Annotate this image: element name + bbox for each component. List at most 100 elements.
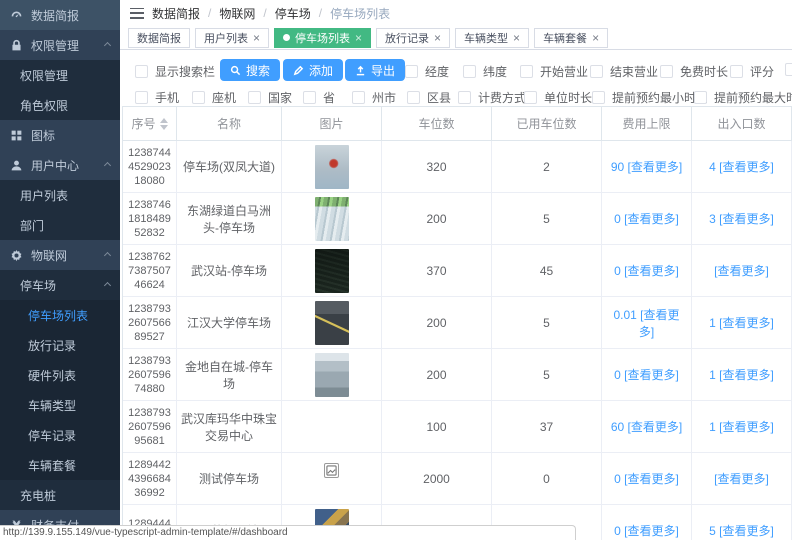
fee-more-link[interactable]: 0 [查看更多] (614, 522, 679, 539)
parking-photo[interactable] (315, 249, 349, 293)
col-used-spots: 已用车位数 (492, 107, 602, 141)
checkbox-icon (135, 65, 148, 78)
sidebar-item-release-records[interactable]: 放行记录 (0, 330, 120, 360)
tab-user-list[interactable]: 用户列表× (195, 28, 269, 48)
checkbox-max-advance-time[interactable]: 提前预约最大时间 (694, 89, 792, 106)
checkbox-country[interactable]: 国家 (248, 89, 292, 106)
breadcrumb-item[interactable]: 停车场 (275, 5, 311, 22)
add-button[interactable]: 添加 (283, 59, 343, 81)
tab-vehicle-package[interactable]: 车辆套餐× (534, 28, 608, 48)
sidebar-item-hardware-list[interactable]: 硬件列表 (0, 360, 120, 390)
broken-image-icon (324, 463, 339, 478)
cell-id: 1238762738750746624 (123, 245, 177, 297)
col-fee-cap: 费用上限 (602, 107, 692, 141)
checkbox-longitude[interactable]: 经度 (405, 63, 449, 80)
fee-more-link[interactable]: 60 [查看更多] (611, 418, 682, 435)
sidebar-item-parking[interactable]: 停车场 (0, 270, 120, 300)
sidebar-item-parking-records[interactable]: 停车记录 (0, 420, 120, 450)
cell-spots: 200 (382, 193, 492, 245)
checkbox-latitude[interactable]: 纬度 (463, 63, 507, 80)
sidebar-item-role-permission[interactable]: 角色权限 (0, 90, 120, 120)
checkbox-cutoff[interactable] (785, 63, 792, 76)
cell-id: 1238793260756689527 (123, 297, 177, 349)
fee-more-link[interactable]: 0 [查看更多] (614, 210, 679, 227)
export-icon (355, 65, 366, 76)
checkbox-rating[interactable]: 评分 (730, 63, 774, 80)
sidebar-item-parking-list[interactable]: 停车场列表 (0, 300, 120, 330)
checkbox-close-time[interactable]: 结束营业 (590, 63, 658, 80)
close-icon[interactable]: × (253, 32, 260, 44)
gates-more-link[interactable]: 3 [查看更多] (709, 210, 774, 227)
sidebar-item-department[interactable]: 部门 (0, 210, 120, 240)
parking-photo[interactable] (315, 197, 349, 241)
fee-more-link[interactable]: 0.01 [查看更多] (606, 306, 687, 340)
close-icon[interactable]: × (434, 32, 441, 44)
close-icon[interactable]: × (513, 32, 520, 44)
sidebar-item-permissions[interactable]: 权限管理 (0, 30, 120, 60)
gear-icon (10, 249, 23, 262)
tab-release-records[interactable]: 放行记录× (376, 28, 450, 48)
fee-more-link[interactable]: 0 [查看更多] (614, 262, 679, 279)
checkbox-city[interactable]: 州市 (352, 89, 396, 106)
checkbox-billing-method[interactable]: 计费方式 (458, 89, 526, 106)
cell-name: 停车场(双凤大道) (177, 141, 282, 193)
checkbox-show-search[interactable]: 显示搜索栏 (135, 63, 215, 80)
gates-more-link[interactable]: 1 [查看更多] (709, 314, 774, 331)
tab-parking-list[interactable]: 停车场列表× (274, 28, 371, 48)
checkbox-mobile[interactable]: 手机 (135, 89, 179, 106)
gates-more-link[interactable]: 4 [查看更多] (709, 158, 774, 175)
gates-more-link[interactable]: 1 [查看更多] (709, 366, 774, 383)
checkbox-landline[interactable]: 座机 (192, 89, 236, 106)
fee-more-link[interactable]: 0 [查看更多] (614, 470, 679, 487)
sidebar-item-charging-pile[interactable]: 充电桩 (0, 480, 120, 510)
tabs-bar: 数据简报 用户列表× 停车场列表× 放行记录× 车辆类型× 车辆套餐× (120, 26, 792, 50)
close-icon[interactable]: × (355, 32, 362, 44)
export-button[interactable]: 导出 (345, 59, 405, 81)
gates-more-link[interactable]: 1 [查看更多] (709, 418, 774, 435)
parking-table: 序号 名称 图片 车位数 已用车位数 费用上限 出入口数 12387444529… (122, 106, 792, 540)
sidebar-item-vehicle-type[interactable]: 车辆类型 (0, 390, 120, 420)
gates-more-link[interactable]: [查看更多] (714, 470, 769, 487)
checkbox-min-advance-time[interactable]: 提前预约最小时间 (592, 89, 708, 106)
cell-id: 1289442439668436992 (123, 453, 177, 505)
checkbox-district[interactable]: 区县 (407, 89, 451, 106)
cell-used: 2 (492, 141, 602, 193)
sidebar-item-user-list[interactable]: 用户列表 (0, 180, 120, 210)
gates-more-link[interactable]: [查看更多] (714, 262, 769, 279)
cell-used: 37 (492, 401, 602, 453)
sidebar-item-vehicle-package[interactable]: 车辆套餐 (0, 450, 120, 480)
breadcrumb-item[interactable]: 物联网 (219, 5, 255, 22)
sidebar-item-dashboard[interactable]: 数据简报 (0, 0, 120, 30)
cell-name: 武汉站-停车场 (177, 245, 282, 297)
hamburger-icon[interactable] (130, 8, 144, 19)
breadcrumb: 数据简报 / 物联网 / 停车场 / 停车场列表 (120, 0, 792, 26)
sidebar-item-permission-mgmt[interactable]: 权限管理 (0, 60, 120, 90)
cell-spots: 2000 (382, 453, 492, 505)
gates-more-link[interactable]: 5 [查看更多] (709, 522, 774, 539)
cell-spots: 370 (382, 245, 492, 297)
sidebar-item-user-center[interactable]: 用户中心 (0, 150, 120, 180)
sort-icon[interactable] (160, 118, 168, 130)
checkbox-province[interactable]: 省 (303, 89, 335, 106)
col-index[interactable]: 序号 (123, 107, 177, 141)
tab-dashboard[interactable]: 数据简报 (128, 28, 190, 48)
checkbox-open-time[interactable]: 开始营业 (520, 63, 588, 80)
parking-photo[interactable] (315, 145, 349, 189)
cell-used: 0 (492, 453, 602, 505)
fee-more-link[interactable]: 90 [查看更多] (611, 158, 682, 175)
checkbox-free-duration[interactable]: 免费时长 (660, 63, 728, 80)
search-button[interactable]: 搜索 (220, 59, 280, 81)
tab-vehicle-type[interactable]: 车辆类型× (455, 28, 529, 48)
checkbox-unit-duration[interactable]: 单位时长 (524, 89, 592, 106)
breadcrumb-item[interactable]: 数据简报 (152, 5, 200, 22)
chevron-up-icon (104, 41, 111, 48)
parking-photo[interactable] (315, 353, 349, 397)
table-header: 序号 名称 图片 车位数 已用车位数 费用上限 出入口数 (123, 107, 792, 141)
cell-used: 45 (492, 245, 602, 297)
sidebar-item-iot[interactable]: 物联网 (0, 240, 120, 270)
sidebar-item-icons[interactable]: 图标 (0, 120, 120, 150)
parking-photo[interactable] (315, 301, 349, 345)
fee-more-link[interactable]: 0 [查看更多] (614, 366, 679, 383)
table-row: 1238762738750746624 武汉站-停车场 370 45 0 [查看… (123, 245, 792, 297)
close-icon[interactable]: × (592, 32, 599, 44)
